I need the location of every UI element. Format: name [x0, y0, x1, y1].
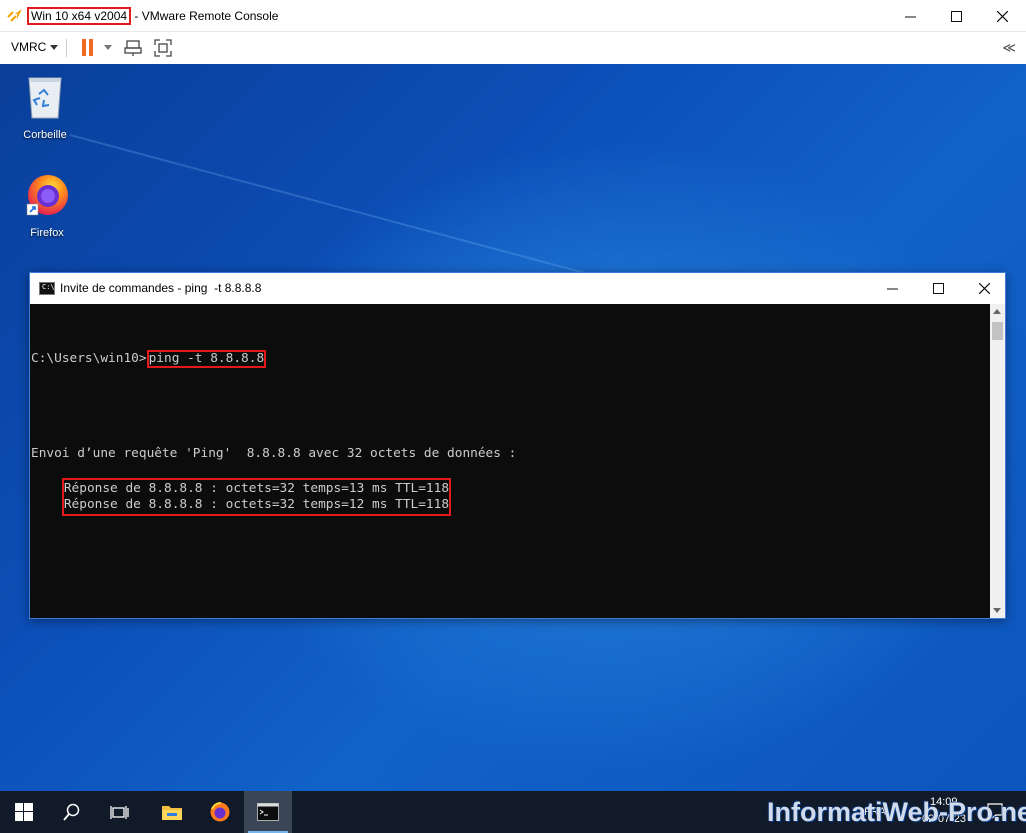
- search-icon: [63, 803, 80, 821]
- scrollbar-thumb[interactable]: [992, 322, 1003, 340]
- cmd-command-highlight: ping -t 8.8.8.8: [146, 350, 267, 368]
- cmd-prompt: C:\Users\win10>: [31, 351, 147, 366]
- taskbar-firefox[interactable]: [196, 791, 244, 833]
- vm-name-highlight: Win 10 x64 v2004: [27, 7, 132, 25]
- task-view-button[interactable]: [96, 791, 144, 833]
- recycle-bin-icon: [28, 77, 62, 119]
- desktop-icon-label: Firefox: [30, 227, 64, 239]
- vmrc-menu-button[interactable]: VMRC: [11, 40, 46, 54]
- desktop-icon-recycle-bin[interactable]: Corbeille: [8, 72, 82, 141]
- cmd-sending-line: Envoi d’une requête 'Ping' 8.8.8.8 avec …: [31, 446, 517, 461]
- cmd-replies-highlight: Réponse de 8.8.8.8 : octets=32 temps=13 …: [61, 478, 452, 516]
- firefox-icon: [26, 175, 68, 216]
- chevron-down-icon[interactable]: [50, 45, 58, 50]
- desktop-icon-label: Corbeille: [23, 129, 67, 141]
- wallpaper-light-beam: [69, 134, 611, 281]
- cmd-console-output[interactable]: C:\Users\win10> ping -t 8.8.8.8 Envoi d’u…: [30, 304, 992, 618]
- minimize-icon: [886, 288, 898, 289]
- collapse-toolbar-icon[interactable]: ≪: [1002, 40, 1016, 56]
- folder-icon: [162, 806, 182, 820]
- cmd-title-bar[interactable]: C:\_ Invite de commandes - ping -t 8.8.8…: [30, 273, 1005, 304]
- start-button[interactable]: [0, 791, 48, 833]
- task-view-icon: [110, 806, 129, 819]
- scroll-up-icon[interactable]: [993, 309, 1001, 314]
- fullscreen-icon[interactable]: [153, 38, 173, 58]
- maximize-button[interactable]: [933, 0, 979, 32]
- toolbar-divider: [66, 39, 67, 57]
- cmd-reply-line: Réponse de 8.8.8.8 : octets=32 temps=13 …: [63, 481, 450, 496]
- vmrc-title-bar: Win 10 x64 v2004 - VMware Remote Console: [0, 0, 1026, 32]
- window-title: Win 10 x64 v2004 - VMware Remote Console: [27, 7, 278, 25]
- close-icon: [996, 10, 1008, 22]
- power-menu-chevron-down-icon[interactable]: [104, 45, 112, 50]
- maximize-icon: [950, 10, 962, 22]
- cmd-vertical-scrollbar[interactable]: [990, 304, 1005, 618]
- command-prompt-icon: [257, 803, 279, 821]
- maximize-icon: [932, 282, 944, 294]
- window-title-rest: - VMware Remote Console: [131, 9, 279, 23]
- cmd-minimize-button[interactable]: [869, 273, 915, 303]
- pause-icon[interactable]: [81, 39, 95, 57]
- desktop-icon-firefox[interactable]: Firefox: [10, 170, 84, 239]
- search-button[interactable]: [48, 791, 96, 833]
- taskbar-file-explorer[interactable]: [148, 791, 196, 833]
- cmd-reply-line: Réponse de 8.8.8.8 : octets=32 temps=12 …: [63, 497, 450, 512]
- cmd-prompt-line: C:\Users\win10> ping -t 8.8.8.8: [31, 350, 992, 368]
- taskbar-command-prompt[interactable]: [244, 791, 292, 833]
- vmrc-logo-icon: [7, 9, 22, 23]
- cmd-maximize-button[interactable]: [915, 273, 961, 303]
- close-button[interactable]: [979, 0, 1025, 32]
- cmd-window-title: Invite de commandes - ping -t 8.8.8.8: [60, 281, 262, 295]
- command-prompt-window[interactable]: C:\_ Invite de commandes - ping -t 8.8.8…: [29, 272, 1006, 619]
- scroll-down-icon[interactable]: [993, 608, 1001, 613]
- watermark-logo: InformatiWeb-Pro.net: [767, 797, 1026, 827]
- close-icon: [978, 282, 990, 294]
- cmd-app-icon: C:\_: [39, 282, 59, 295]
- firefox-icon: [210, 802, 230, 822]
- send-ctrl-alt-del-icon[interactable]: [123, 38, 143, 58]
- cmd-close-button[interactable]: [961, 273, 1007, 303]
- windows-logo-icon: [15, 803, 33, 821]
- minimize-button[interactable]: [887, 0, 933, 32]
- cmd-blank-line: [31, 398, 992, 414]
- vmrc-toolbar: VMRC ≪: [0, 32, 1026, 64]
- minimize-icon: [904, 16, 916, 17]
